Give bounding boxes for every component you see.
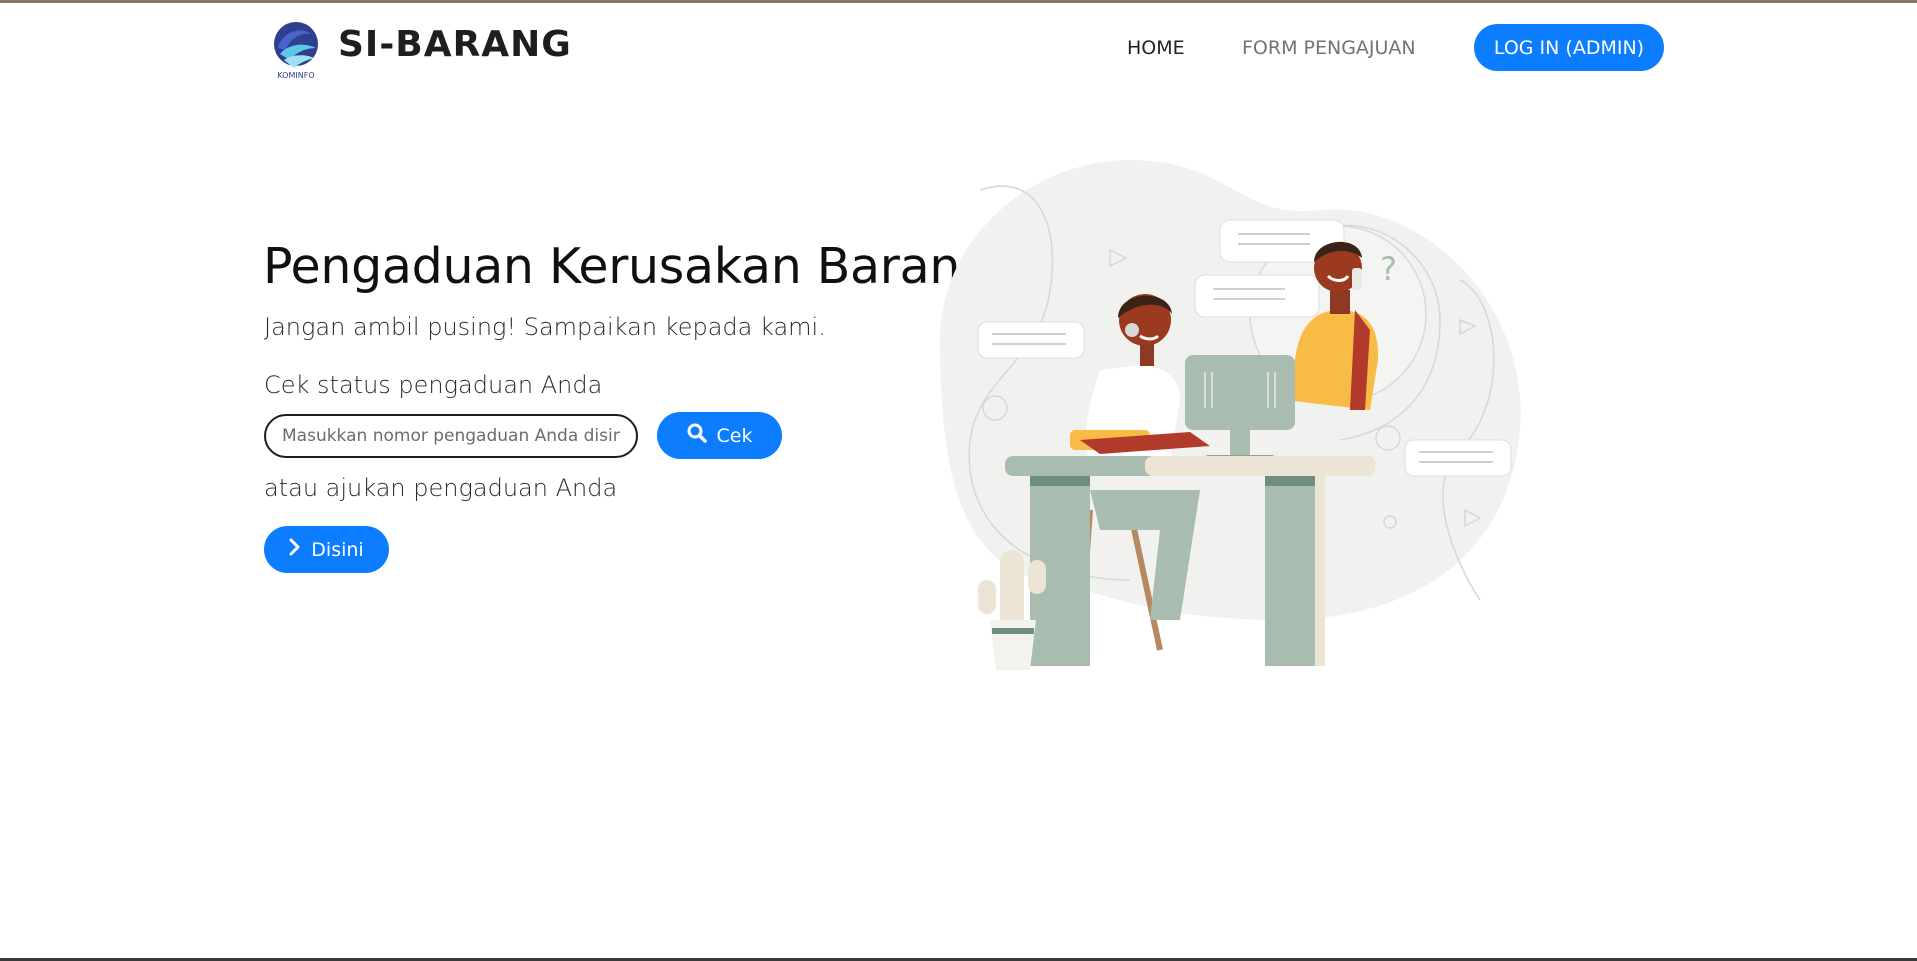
top-border bbox=[0, 0, 1917, 3]
chevron-right-icon bbox=[289, 538, 301, 561]
submit-complaint-button[interactable]: Disini bbox=[264, 526, 389, 573]
nav-form-pengajuan[interactable]: FORM PENGAJUAN bbox=[1242, 37, 1416, 59]
check-button-label: Cek bbox=[716, 424, 753, 447]
login-admin-button[interactable]: LOG IN (ADMIN) bbox=[1474, 24, 1664, 71]
check-button[interactable]: Cek bbox=[657, 412, 782, 459]
nav-home[interactable]: HOME bbox=[1127, 37, 1185, 59]
svg-text:?: ? bbox=[1380, 250, 1397, 288]
complaint-number-input[interactable] bbox=[264, 414, 638, 458]
submit-complaint-label-text: Disini bbox=[311, 538, 364, 561]
login-admin-label: LOG IN (ADMIN) bbox=[1493, 36, 1645, 59]
brand-name[interactable]: SI-BARANG bbox=[338, 24, 572, 65]
customer-service-illustration: ? bbox=[940, 160, 1521, 670]
submit-complaint-label: atau ajukan pengaduan Anda bbox=[264, 474, 618, 502]
kominfo-logo[interactable]: KOMINFO bbox=[268, 18, 324, 80]
hero-subtitle: Jangan ambil pusing! Sampaikan kepada ka… bbox=[264, 313, 826, 341]
check-status-label: Cek status pengaduan Anda bbox=[264, 371, 603, 399]
logo-caption: KOMINFO bbox=[277, 71, 314, 80]
search-icon bbox=[687, 423, 707, 448]
